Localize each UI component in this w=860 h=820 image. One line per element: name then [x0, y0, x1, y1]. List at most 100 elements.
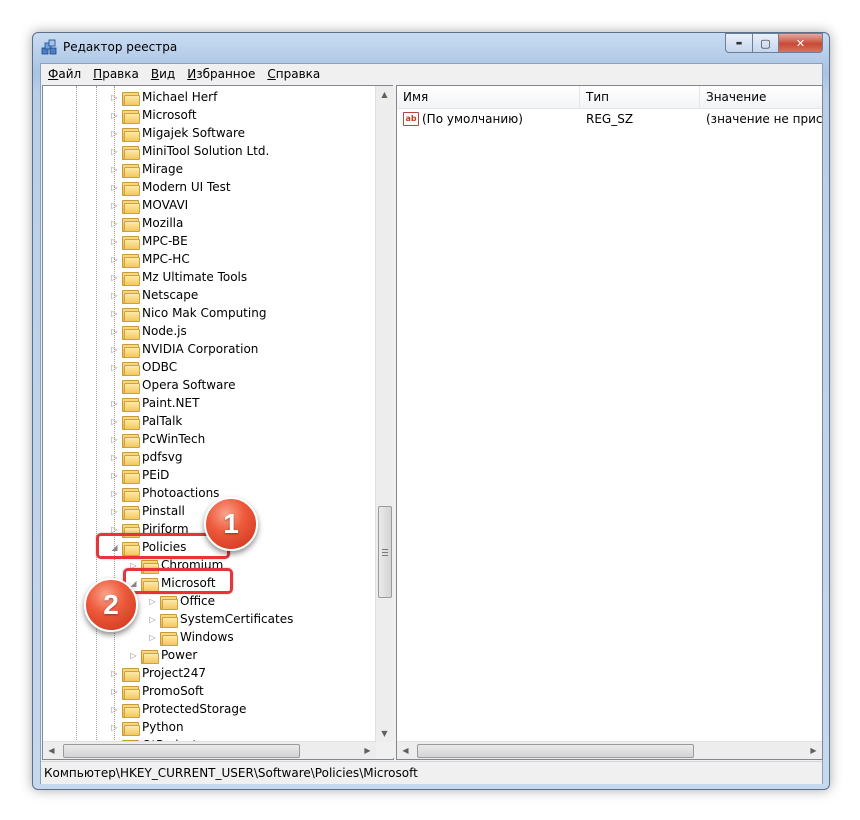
tree-node[interactable]: Opera Software — [110, 376, 235, 394]
expand-arrow-icon[interactable]: ▷ — [110, 196, 119, 214]
tree-node[interactable]: ▷ PcWinTech — [110, 430, 205, 448]
expand-arrow-icon[interactable]: ▷ — [110, 250, 119, 268]
tree-node[interactable]: ▷ Project247 — [110, 664, 206, 682]
folder-icon — [122, 181, 140, 196]
expand-arrow-icon[interactable]: ▷ — [110, 124, 119, 142]
tree-node[interactable]: ▷ Microsoft — [110, 106, 197, 124]
tree-node[interactable]: ▷ Modern UI Test — [110, 178, 231, 196]
expand-arrow-icon[interactable]: ▷ — [110, 142, 119, 160]
expand-arrow-icon[interactable]: ▷ — [148, 592, 157, 610]
string-value-icon: ab — [403, 112, 419, 126]
scroll-left-arrow-icon[interactable]: ◀ — [43, 742, 60, 759]
expand-arrow-icon[interactable]: ▷ — [110, 214, 119, 232]
tree-vertical-scrollbar[interactable]: ▲ ▼ — [375, 86, 393, 742]
key-tree-pane[interactable]: ▷ Michael Herf ▷ Microsoft ▷ Migajek Software… — [42, 85, 394, 760]
menu-favorites[interactable]: Избранное — [182, 67, 260, 81]
scroll-up-arrow-icon[interactable]: ▲ — [376, 86, 393, 103]
tree-node[interactable]: ▷ Windows — [148, 628, 234, 646]
tree-node[interactable]: ▷ Michael Herf — [110, 88, 217, 106]
tree-node[interactable]: ▷ Migajek Software — [110, 124, 245, 142]
title-bar[interactable]: Редактор реестра ▬ ▢ ✕ — [33, 33, 829, 61]
menu-view[interactable]: Вид — [146, 67, 180, 81]
tree-horizontal-scrollbar[interactable]: ◀ ▶ — [43, 741, 376, 759]
tree-node[interactable]: ▷ PromoSoft — [110, 682, 204, 700]
expand-arrow-icon[interactable]: ▷ — [110, 502, 119, 520]
expand-arrow-icon[interactable]: ▷ — [110, 484, 119, 502]
expand-arrow-icon[interactable]: ▷ — [110, 430, 119, 448]
tree-node[interactable]: ▷ Netscape — [110, 286, 198, 304]
close-button[interactable]: ✕ — [778, 33, 823, 53]
registry-editor-window: Редактор реестра ▬ ▢ ✕ Файл Правка Вид И… — [32, 32, 830, 790]
scroll-down-arrow-icon[interactable]: ▼ — [376, 725, 393, 742]
scroll-right-arrow-icon[interactable]: ▶ — [359, 742, 376, 759]
tree-node[interactable]: ▷ Paint.NET — [110, 394, 199, 412]
expand-arrow-icon[interactable]: ▷ — [110, 286, 119, 304]
menu-edit[interactable]: Правка — [88, 67, 144, 81]
expand-arrow-icon[interactable]: ▷ — [110, 358, 119, 376]
expand-arrow-icon[interactable]: ▷ — [110, 412, 119, 430]
expand-arrow-icon[interactable]: ▷ — [110, 304, 119, 322]
expand-arrow-icon[interactable]: ▷ — [129, 646, 138, 664]
tree-vertical-scroll-thumb[interactable] — [378, 506, 392, 598]
tree-horizontal-scroll-thumb[interactable] — [63, 744, 300, 758]
menu-file[interactable]: Файл — [43, 67, 86, 81]
expand-arrow-icon[interactable]: ▷ — [110, 394, 119, 412]
expand-arrow-icon[interactable]: ▷ — [110, 340, 119, 358]
registry-key-tree[interactable]: ▷ Michael Herf ▷ Microsoft ▷ Migajek Software… — [43, 86, 376, 742]
expand-arrow-icon[interactable]: ▷ — [110, 178, 119, 196]
tree-node[interactable]: ▷ Node.js — [110, 322, 187, 340]
tree-node-label: Netscape — [142, 288, 199, 302]
folder-icon — [122, 451, 140, 466]
folder-icon — [122, 235, 140, 250]
tree-node[interactable]: ▷ Nico Mak Computing — [110, 304, 266, 322]
tree-node[interactable]: ▷ ProtectedStorage — [110, 700, 246, 718]
tree-node-label: Migajek Software — [142, 126, 246, 140]
tree-node[interactable]: ▷ Mozilla — [110, 214, 183, 232]
expand-arrow-icon[interactable]: ▷ — [110, 700, 119, 718]
pane-splitter[interactable] — [393, 85, 395, 758]
expand-arrow-icon[interactable]: ▷ — [110, 448, 119, 466]
tree-node[interactable]: ▷ Mz Ultimate Tools — [110, 268, 247, 286]
column-header-name[interactable]: Имя — [397, 86, 580, 108]
tree-node[interactable]: ▷ MPC-HC — [110, 250, 190, 268]
expand-arrow-icon[interactable]: ▷ — [110, 232, 119, 250]
expand-arrow-icon[interactable]: ▷ — [110, 682, 119, 700]
tree-node[interactable]: ▷ Power — [129, 646, 197, 664]
expand-arrow-icon[interactable]: ▷ — [110, 160, 119, 178]
expand-arrow-icon[interactable]: ▷ — [110, 88, 119, 106]
tree-node[interactable]: ▷ Python — [110, 718, 184, 736]
column-header-type[interactable]: Тип — [580, 86, 700, 108]
expand-arrow-icon[interactable]: ▷ — [110, 664, 119, 682]
tree-node[interactable]: ▷ pdfsvg — [110, 448, 182, 466]
values-list-pane[interactable]: Имя Тип Значение ab (По умолчанию) REG_S… — [396, 85, 823, 760]
expand-arrow-icon[interactable]: ▷ — [110, 718, 119, 736]
expand-arrow-icon[interactable]: ▷ — [148, 610, 157, 628]
tree-node[interactable]: ▷ NVIDIA Corporation — [110, 340, 258, 358]
tree-node[interactable]: ▷ PalTalk — [110, 412, 182, 430]
maximize-button[interactable]: ▢ — [752, 33, 778, 53]
tree-node[interactable]: ▷ Photoactions — [110, 484, 219, 502]
tree-node[interactable]: ▷ Office — [148, 592, 215, 610]
column-header-value[interactable]: Значение — [700, 86, 822, 108]
expand-arrow-icon[interactable]: ▷ — [110, 106, 119, 124]
tree-node[interactable]: ▷ ODBC — [110, 358, 177, 376]
tree-node-label: pdfsvg — [142, 450, 183, 464]
expand-arrow-icon[interactable]: ▷ — [148, 628, 157, 646]
minimize-button[interactable]: ▬ — [725, 33, 752, 53]
tree-node[interactable]: ▷ MPC-BE — [110, 232, 188, 250]
expand-arrow-icon[interactable]: ▷ — [110, 466, 119, 484]
tree-node[interactable]: ▷ Mirage — [110, 160, 183, 178]
menu-help[interactable]: Справка — [262, 67, 325, 81]
tree-node[interactable]: ▷ Pinstall — [110, 502, 185, 520]
tree-node[interactable]: ▷ MiniTool Solution Ltd. — [110, 142, 269, 160]
value-row-default[interactable]: ab (По умолчанию) REG_SZ (значение не пр… — [397, 110, 822, 128]
values-scroll-left-arrow-icon[interactable]: ◀ — [397, 742, 414, 759]
expand-arrow-icon[interactable]: ▷ — [110, 268, 119, 286]
tree-node[interactable]: ▷ SystemCertificates — [148, 610, 293, 628]
tree-node[interactable]: ▷ MOVAVI — [110, 196, 188, 214]
expand-arrow-icon[interactable]: ▷ — [110, 322, 119, 340]
values-horizontal-scroll-thumb[interactable] — [417, 744, 694, 758]
values-scroll-right-arrow-icon[interactable]: ▶ — [805, 742, 822, 759]
values-horizontal-scrollbar[interactable]: ◀ ▶ — [397, 741, 822, 759]
tree-node[interactable]: ▷ PEiD — [110, 466, 169, 484]
